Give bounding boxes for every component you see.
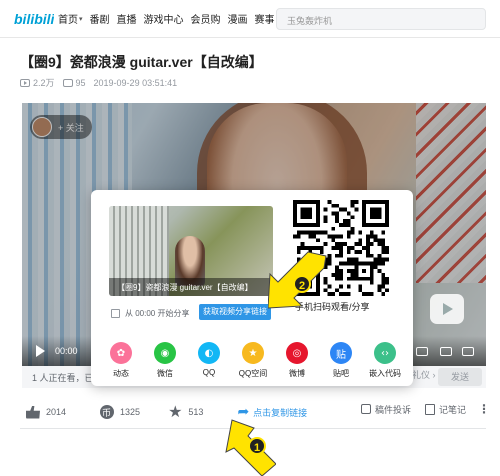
- nav-item[interactable]: 番剧: [90, 11, 110, 26]
- share-popup: 【圈9】瓷都浪漫 guitar.ver【自改编】 手机扫码观看/分享 从 00:…: [91, 190, 413, 386]
- like-button[interactable]: 2014: [26, 405, 67, 419]
- step-badge-1: 1: [248, 437, 266, 455]
- fullscreen-icon[interactable]: [462, 347, 474, 356]
- share-target-label: 微博: [289, 369, 305, 378]
- share-button[interactable]: ➦ 点击复制链接: [237, 405, 307, 419]
- video-title: 【圈9】瓷都浪漫 guitar.ver【自改编】: [20, 54, 263, 70]
- share-target-label: 微信: [157, 369, 173, 378]
- play-icon[interactable]: [36, 345, 45, 357]
- more-options-icon[interactable]: ⋮: [478, 402, 490, 416]
- nav-item[interactable]: 赛事: [255, 11, 275, 26]
- share-target-label: QQ空间: [238, 369, 268, 378]
- coin-button[interactable]: 1325: [100, 405, 140, 419]
- nav-item[interactable]: 直播: [117, 11, 137, 26]
- nav-menu: 首页 ▾ 番剧 直播 游戏中心 会员购 漫画 赛事: [58, 11, 282, 26]
- video-thumbnail: 【圈9】瓷都浪漫 guitar.ver【自改编】: [109, 206, 273, 296]
- send-danmaku-button[interactable]: 发送: [438, 368, 482, 386]
- tieba-icon: 贴: [330, 342, 352, 364]
- share-target[interactable]: ✿ 动态: [101, 342, 141, 379]
- nav-item-label: 直播: [116, 15, 137, 26]
- report-label: 稿件投诉: [374, 404, 411, 415]
- share-target[interactable]: ◎ 微博: [277, 342, 317, 379]
- top-nav: bilibili 首页 ▾ 番剧 直播 游戏中心 会员购 漫画 赛事 玉兔轰炸机: [0, 0, 500, 38]
- report-icon: [360, 404, 371, 414]
- current-time: 00:00: [55, 346, 78, 356]
- share-target[interactable]: ★ QQ空间: [233, 342, 273, 379]
- start-time-checkbox[interactable]: [111, 309, 120, 318]
- nav-item[interactable]: 首页 ▾: [58, 11, 83, 26]
- share-target[interactable]: ◉ 微信: [145, 342, 185, 379]
- publish-time: 2019-09-29 03:51:41: [93, 77, 178, 88]
- nav-item-label: 会员购: [190, 15, 221, 26]
- chevron-down-icon: ▾: [79, 15, 83, 23]
- thumbnail-caption: 【圈9】瓷都浪漫 guitar.ver【自改编】: [109, 278, 273, 296]
- like-count: 2014: [46, 407, 67, 417]
- weibo-icon: ◎: [286, 342, 308, 364]
- qzone-icon: ★: [242, 342, 264, 364]
- share-targets: ✿ 动态 ◉ 微信 ◐ QQ ★ QQ空间 ◎ 微博 贴贴吧 ‹› 嵌入代码: [101, 342, 405, 379]
- nav-item[interactable]: 会员购: [191, 11, 221, 26]
- like-icon: [26, 405, 40, 419]
- share-target-label: 贴吧: [333, 369, 349, 378]
- nav-item-label: 漫画: [227, 15, 248, 26]
- favorite-button[interactable]: ★ 513: [168, 402, 204, 421]
- dynamic-icon: ✿: [110, 342, 132, 364]
- danmaku-count: 95: [75, 77, 86, 88]
- favorite-count: 513: [188, 407, 204, 417]
- nav-item-label: 赛事: [254, 15, 275, 26]
- notes-icon: [424, 403, 435, 415]
- svg-text:bilibili: bilibili: [14, 11, 54, 27]
- share-target-label: QQ: [202, 368, 216, 377]
- share-target[interactable]: 贴贴吧: [321, 342, 361, 379]
- share-target-label: 动态: [113, 369, 129, 378]
- settings-icon[interactable]: [440, 347, 452, 356]
- embed-code-icon: ‹›: [374, 342, 396, 364]
- view-count: 2.2万: [33, 78, 55, 88]
- play-count-icon: [20, 78, 30, 87]
- danmaku-count-icon: [62, 78, 73, 87]
- nav-item-label: 首页: [58, 15, 78, 26]
- nav-item-label: 游戏中心: [143, 15, 184, 26]
- notes-label: 记笔记: [438, 404, 466, 415]
- video-meta: 2.2万 95 2019-09-29 03:51:41: [20, 76, 185, 89]
- nav-item[interactable]: 漫画: [228, 11, 248, 26]
- search-input[interactable]: 玉兔轰炸机: [276, 8, 486, 30]
- copy-link-label: 点击复制链接: [253, 407, 308, 418]
- danmaku-toggle-icon[interactable]: [416, 347, 428, 356]
- share-target-label: 嵌入代码: [369, 369, 401, 378]
- coin-count: 1325: [120, 407, 141, 417]
- coin-icon: [100, 405, 115, 419]
- get-share-link-button[interactable]: 获取视频分享链接: [199, 304, 271, 320]
- nav-item-label: 番剧: [89, 15, 110, 26]
- step-badge-2: 2: [293, 275, 311, 293]
- star-icon: ★: [168, 402, 183, 421]
- wechat-icon: ◉: [154, 342, 176, 364]
- nav-item[interactable]: 游戏中心: [144, 11, 184, 26]
- bilibili-logo-icon: bilibili: [14, 11, 54, 27]
- start-time-option[interactable]: 从 00:00 开始分享: [111, 308, 189, 319]
- qq-icon: ◐: [198, 342, 220, 364]
- etiquette-link[interactable]: 礼仪 ›: [412, 368, 436, 381]
- right-actions: 稿件投诉 记笔记 ⋮: [360, 402, 490, 416]
- share-target[interactable]: ‹› 嵌入代码: [365, 342, 405, 379]
- tv-play-icon[interactable]: [430, 294, 464, 324]
- share-arrow-icon: ➦: [237, 404, 250, 420]
- notes-button[interactable]: 记笔记: [424, 403, 466, 416]
- share-target[interactable]: ◐ QQ: [189, 342, 229, 379]
- bilibili-logo[interactable]: bilibili: [14, 8, 54, 30]
- report-button[interactable]: 稿件投诉: [360, 403, 411, 416]
- start-time-label: 从 00:00 开始分享: [125, 309, 190, 318]
